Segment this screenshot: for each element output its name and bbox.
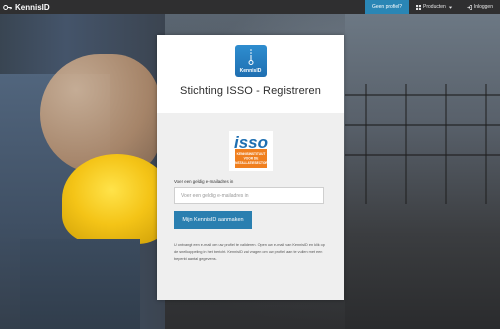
- scaffold-beam: [345, 154, 500, 156]
- email-label: Voer een geldig e-mailadres in: [174, 179, 234, 184]
- grid-icon: [416, 4, 422, 10]
- info-text: U ontvangt een e-mail om uw profiel te v…: [174, 243, 325, 261]
- login-button[interactable]: Inloggen: [460, 0, 500, 14]
- isso-logo-line-1: KENNISINSTITUUT: [236, 152, 265, 156]
- scaffold-beam: [345, 124, 500, 126]
- isso-logo-line-3: INSTALLATIESECTOR: [234, 161, 268, 165]
- hard-hat: [62, 154, 172, 244]
- key-icon: [3, 4, 12, 10]
- background-construction: [345, 14, 500, 329]
- brand[interactable]: KennisID: [3, 3, 50, 12]
- top-navbar: KennisID Geen profiel? Producten Inlogge…: [0, 0, 500, 14]
- navbar-actions: Geen profiel? Producten Inloggen: [364, 0, 500, 14]
- no-profile-label: Geen profiel?: [371, 4, 403, 10]
- keyhole-icon: [248, 49, 253, 65]
- scaffold-beam: [345, 94, 500, 96]
- brand-name: KennisID: [15, 2, 50, 12]
- page-title: Stichting ISSO - Registreren: [180, 85, 321, 97]
- scaffold-post: [405, 84, 407, 204]
- products-menu[interactable]: Producten: [409, 0, 460, 14]
- partner-logo-wrap: isso KENNISINSTITUUT VOOR DE INSTALLATIE…: [174, 131, 327, 171]
- logo-text: KennisID: [239, 68, 262, 74]
- login-label: Inloggen: [473, 4, 493, 10]
- card-header: KennisID Stichting ISSO - Registreren: [157, 35, 344, 113]
- background-worker: [0, 14, 172, 329]
- caret-down-icon: [448, 6, 452, 9]
- create-kennisid-button[interactable]: Mijn KennisID aanmaken: [174, 211, 252, 229]
- email-input[interactable]: [174, 187, 324, 204]
- isso-logo: isso KENNISINSTITUUT VOOR DE INSTALLATIE…: [228, 131, 273, 171]
- products-label: Producten: [423, 4, 446, 10]
- isso-logo-line-2: VOOR DE: [243, 157, 258, 161]
- scaffold-post: [445, 84, 447, 204]
- kennisid-logo: KennisID: [234, 45, 267, 77]
- registration-form: isso KENNISINSTITUUT VOOR DE INSTALLATIE…: [157, 113, 344, 300]
- sign-in-icon: [467, 4, 472, 10]
- registration-card: KennisID Stichting ISSO - Registreren is…: [157, 35, 344, 300]
- scaffold-post: [485, 84, 487, 204]
- no-profile-button[interactable]: Geen profiel?: [364, 0, 410, 14]
- scaffold-post: [365, 84, 367, 204]
- worker-jeans: [20, 239, 140, 329]
